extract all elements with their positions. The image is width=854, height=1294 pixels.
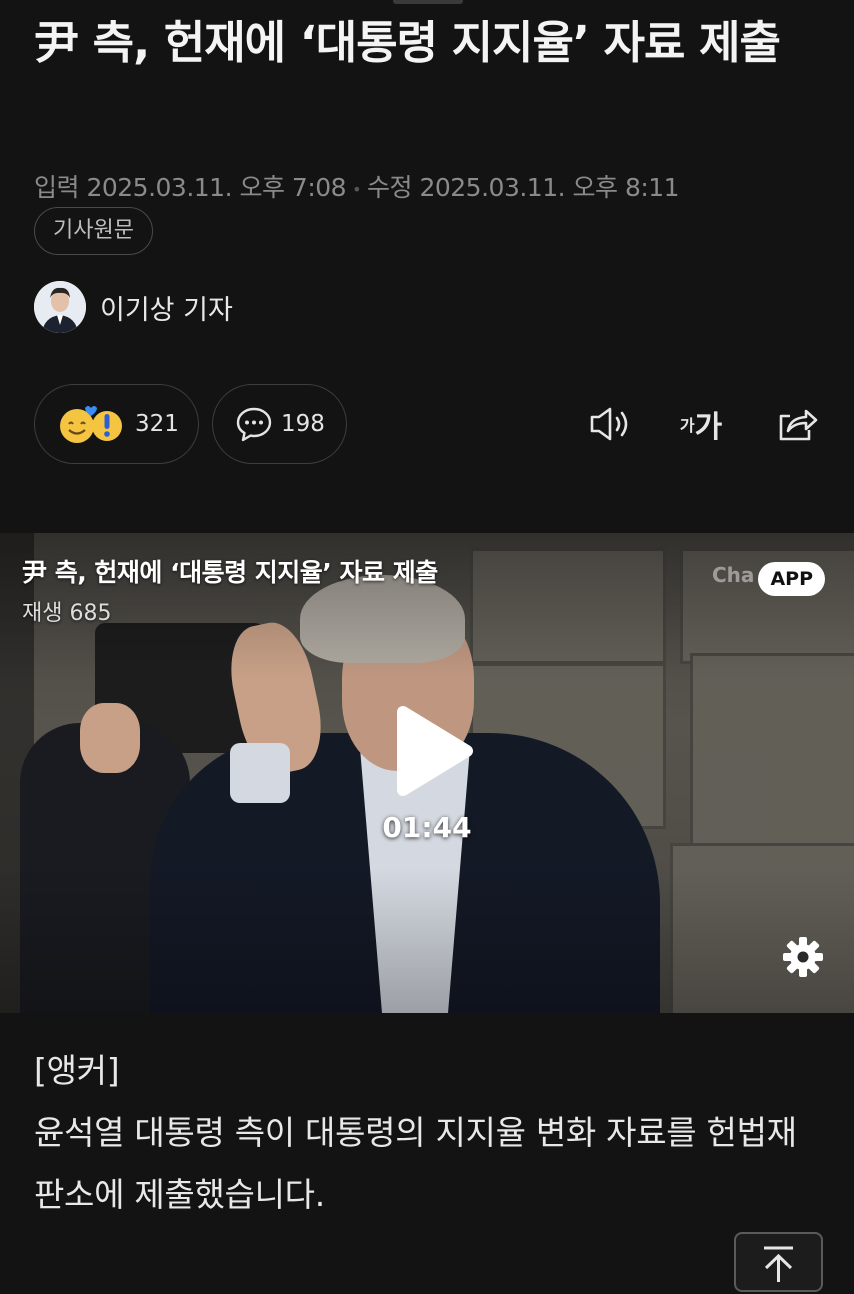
share-button[interactable]: [770, 398, 822, 450]
article-title: 尹 측, 헌재에 ‘대통령 지지율’ 자료 제출: [34, 16, 781, 69]
video-title: 尹 측, 헌재에 ‘대통령 지지율’ 자료 제출: [22, 558, 438, 587]
scroll-top-button[interactable]: [734, 1232, 823, 1292]
font-size-small-label: 가: [679, 416, 695, 435]
reaction-count: 321: [135, 411, 179, 437]
video-views: 재생 685: [22, 601, 112, 626]
share-icon: [779, 409, 818, 441]
app-badge-button[interactable]: APP: [758, 562, 825, 596]
status-notch: [393, 0, 463, 4]
comment-button[interactable]: 198: [212, 384, 347, 464]
published-time: 입력 2025.03.11. 오후 7:08: [34, 173, 347, 202]
meta-separator: •: [352, 179, 362, 199]
video-duration: 01:44: [382, 811, 472, 844]
original-article-button[interactable]: 기사원문: [34, 207, 153, 255]
article-paragraph: 윤석열 대통령 측이 대통령의 지지율 변화 자료를 헌법재판소에 제출했습니다…: [34, 1113, 797, 1214]
video-player[interactable]: Cha 尹 측, 헌재에 ‘대통령 지지율’ 자료 제출 재생 685 APP …: [0, 533, 854, 1013]
reporter-avatar[interactable]: [34, 281, 86, 333]
comment-icon: [236, 407, 272, 442]
channel-logo: Cha: [712, 563, 755, 587]
article-meta: 입력 2025.03.11. 오후 7:08 • 수정 2025.03.11. 오후…: [34, 168, 680, 204]
font-size-large-label: 가: [694, 410, 723, 445]
reporter-name[interactable]: 이기상 기자: [100, 288, 233, 327]
gear-icon[interactable]: [782, 936, 824, 978]
reporter-info[interactable]: 이기상 기자: [34, 281, 233, 333]
reaction-button[interactable]: 321: [34, 384, 199, 464]
play-icon[interactable]: [393, 704, 475, 798]
reaction-emoji-icon: [60, 406, 122, 443]
tts-button[interactable]: [583, 398, 635, 450]
article-body: [앵커] 윤석열 대통령 측이 대통령의 지지율 변화 자료를 헌법재판소에 제…: [34, 1040, 824, 1226]
arrow-up-icon: [764, 1246, 793, 1282]
font-size-button[interactable]: 가가: [673, 398, 729, 450]
speaker-icon: [590, 407, 628, 441]
anchor-heading: [앵커]: [34, 1051, 120, 1090]
comment-count: 198: [281, 411, 325, 437]
modified-time: 수정 2025.03.11. 오후 8:11: [367, 173, 680, 202]
